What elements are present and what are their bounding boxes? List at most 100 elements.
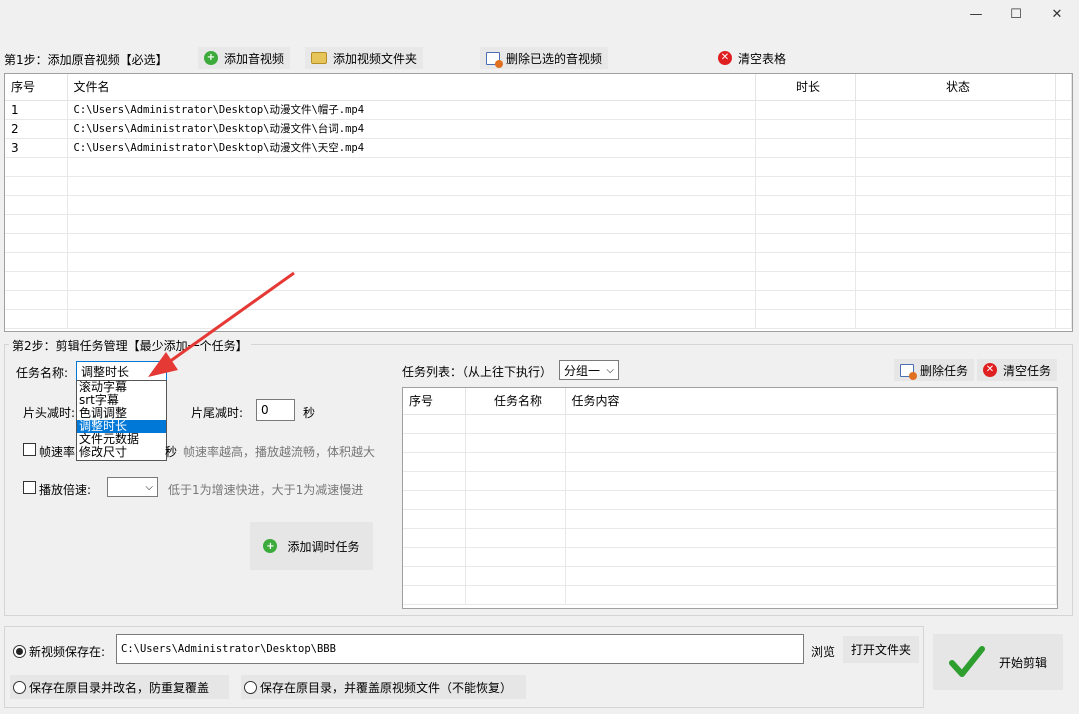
delete-task-button[interactable]: 删除任务 — [894, 359, 975, 381]
save-new-radio[interactable]: 新视频保存在: — [13, 643, 105, 660]
empty-row — [403, 566, 1057, 586]
close-icon: ✕ — [1051, 6, 1063, 22]
empty-row — [5, 233, 1072, 253]
delete-task-label: 删除任务 — [920, 363, 969, 378]
framerate-checkbox[interactable] — [23, 443, 36, 459]
speed-hint: 低于1为增速快进，大于1为减速慢进 — [168, 483, 364, 497]
tail-cut-label: 片尾减时: — [191, 406, 244, 420]
add-audio-button[interactable]: + 添加音视频 — [198, 47, 291, 69]
framerate-hint: 帧速率越高，播放越流畅，体积越大 — [183, 445, 376, 459]
task-name-dropdown-list[interactable]: 滚动字幕 srt字幕 色调调整 调整时长 文件元数据 修改尺寸 — [76, 380, 167, 461]
column-header-filename[interactable]: 文件名 — [67, 74, 756, 101]
close-window-button[interactable]: ✕ — [1034, 0, 1079, 28]
cell-status — [855, 100, 1056, 120]
column-header-duration[interactable]: 时长 — [755, 74, 856, 101]
cell-filename: C:\Users\Administrator\Desktop\动漫文件\帽子.m… — [67, 100, 756, 120]
empty-row — [403, 433, 1057, 453]
browse-button[interactable]: 浏览 — [811, 643, 835, 660]
empty-row — [5, 214, 1072, 234]
save-overwrite-label: 保存在原目录，并覆盖原视频文件（不能恢复） — [260, 680, 513, 695]
empty-row — [5, 195, 1072, 215]
head-cut-label: 片头减时: — [23, 406, 76, 420]
save-path-value: C:\Users\Administrator\Desktop\BBB — [121, 643, 336, 655]
save-rename-label: 保存在原目录并改名，防重复覆盖 — [29, 680, 210, 695]
chevron-down-icon: ⌵ — [145, 481, 153, 493]
empty-row — [5, 176, 1072, 196]
clear-table-label: 清空表格 — [738, 51, 787, 66]
cell-status — [855, 138, 1056, 158]
empty-row — [5, 271, 1072, 291]
group-select[interactable]: 分组一 ⌵ — [559, 360, 619, 380]
empty-row — [403, 528, 1057, 548]
empty-row — [403, 547, 1057, 567]
tail-cut-input[interactable]: 0 — [256, 399, 295, 421]
open-folder-button[interactable]: 打开文件夹 — [843, 636, 919, 663]
save-new-label: 新视频保存在: — [29, 645, 106, 659]
cell-filename: C:\Users\Administrator\Desktop\动漫文件\天空.m… — [67, 138, 756, 158]
minimize-icon: — — [969, 6, 983, 22]
empty-row — [403, 585, 1057, 605]
file-table[interactable]: 序号 文件名 时长 状态 1 C:\Users\Administrator\De… — [4, 73, 1073, 332]
dropdown-option[interactable]: 修改尺寸 — [77, 446, 166, 459]
framerate-unit: 秒 — [165, 445, 178, 459]
add-audio-label: 添加音视频 — [224, 51, 285, 66]
column-header-status[interactable]: 状态 — [855, 74, 1056, 101]
clear-icon: ✕ — [718, 51, 732, 65]
task-column-header-name[interactable]: 任务名称 — [465, 388, 566, 415]
group-value: 分组一 — [564, 363, 601, 378]
folder-icon — [311, 52, 327, 64]
delete-window-icon — [486, 51, 503, 68]
open-folder-label: 打开文件夹 — [850, 643, 911, 657]
table-row[interactable]: 3 C:\Users\Administrator\Desktop\动漫文件\天空… — [5, 138, 1072, 158]
empty-row — [5, 252, 1072, 272]
cell-no: 3 — [5, 138, 68, 158]
tail-cut-unit: 秒 — [303, 406, 316, 420]
maximize-icon: ☐ — [1010, 6, 1022, 22]
clear-icon: ✕ — [983, 363, 997, 377]
table-row[interactable]: 2 C:\Users\Administrator\Desktop\动漫文件\台词… — [5, 119, 1072, 139]
add-task-button[interactable]: + 添加调时任务 — [250, 522, 373, 570]
clear-tasks-button[interactable]: ✕ 清空任务 — [977, 359, 1058, 381]
add-folder-label: 添加视频文件夹 — [333, 51, 418, 66]
cell-no: 2 — [5, 119, 68, 139]
empty-row — [403, 509, 1057, 529]
radio-unselected — [244, 680, 257, 694]
chevron-down-icon: ⌵ — [606, 364, 614, 376]
task-name-value: 调整时长 — [81, 364, 130, 379]
task-column-header-content[interactable]: 任务内容 — [565, 388, 1057, 415]
speed-select[interactable]: ⌵ — [107, 477, 158, 497]
plus-icon: + — [263, 539, 278, 553]
cell-filename: C:\Users\Administrator\Desktop\动漫文件\台词.m… — [67, 119, 756, 139]
save-rename-radio[interactable]: 保存在原目录并改名，防重复覆盖 — [10, 675, 230, 699]
speed-label: 播放倍速: — [39, 483, 92, 497]
empty-row — [5, 157, 1072, 177]
save-overwrite-radio[interactable]: 保存在原目录，并覆盖原视频文件（不能恢复） — [241, 675, 527, 699]
table-row[interactable]: 1 C:\Users\Administrator\Desktop\动漫文件\帽子… — [5, 100, 1072, 120]
column-header-filler — [1055, 74, 1072, 101]
start-edit-button[interactable]: 开始剪辑 — [933, 634, 1063, 690]
cell-status — [855, 119, 1056, 139]
clear-table-button[interactable]: ✕ 清空表格 — [712, 47, 792, 69]
empty-row — [403, 452, 1057, 472]
task-name-select[interactable]: 调整时长 — [76, 361, 167, 381]
delete-selected-button[interactable]: 删除已选的音视频 — [480, 47, 609, 69]
empty-row — [5, 290, 1072, 310]
delete-selected-label: 删除已选的音视频 — [506, 51, 603, 66]
checkmark-icon — [948, 646, 985, 677]
column-header-no[interactable]: 序号 — [5, 74, 68, 101]
maximize-button[interactable]: ☐ — [993, 0, 1039, 28]
add-folder-button[interactable]: 添加视频文件夹 — [305, 47, 424, 69]
task-table[interactable]: 序号 任务名称 任务内容 — [402, 387, 1058, 609]
task-column-header-no[interactable]: 序号 — [403, 388, 466, 415]
radio-unselected — [13, 680, 26, 694]
start-edit-label: 开始剪辑 — [998, 655, 1047, 670]
cell-duration — [755, 100, 856, 120]
cell-duration — [755, 119, 856, 139]
empty-row — [403, 414, 1057, 434]
task-list-label: 任务列表：（从上往下执行） — [402, 365, 553, 379]
save-path-input[interactable]: C:\Users\Administrator\Desktop\BBB — [116, 634, 804, 664]
plus-icon: + — [204, 51, 218, 65]
speed-checkbox[interactable] — [23, 481, 36, 497]
cell-no: 1 — [5, 100, 68, 120]
clear-tasks-label: 清空任务 — [1003, 363, 1052, 378]
